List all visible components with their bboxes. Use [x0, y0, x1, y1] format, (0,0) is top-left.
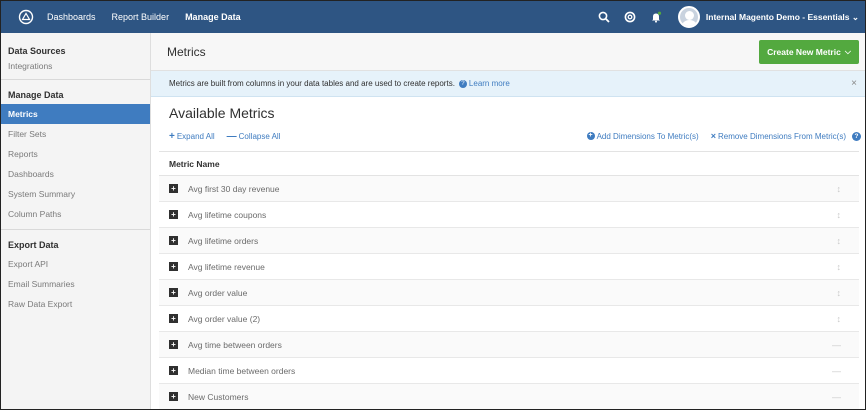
- metric-name[interactable]: New Customers: [188, 392, 248, 402]
- sidebar-item-system-summary[interactable]: System Summary: [1, 184, 150, 204]
- add-circle-icon: +: [586, 132, 595, 140]
- metric-actions: + Expand All — Collapse All + Add Dimens…: [151, 127, 865, 145]
- chevron-down-icon: ⌵: [844, 46, 851, 56]
- minus-icon: —: [226, 130, 237, 142]
- nav-report-builder[interactable]: Report Builder: [112, 12, 170, 22]
- metric-name[interactable]: Avg lifetime orders: [188, 236, 258, 246]
- main-content: Metrics Create New Metric ⌵ Metrics are …: [151, 33, 865, 409]
- support-icon[interactable]: [618, 1, 642, 33]
- row-status-icon: ↕: [836, 209, 842, 220]
- sidebar-item-dashboards[interactable]: Dashboards: [1, 164, 150, 184]
- remove-x-icon: ×: [710, 131, 716, 141]
- nav-dashboards[interactable]: Dashboards: [47, 12, 96, 22]
- metrics-table: Metric Name + Avg first 30 day revenue ↕ + A…: [159, 151, 859, 409]
- close-icon[interactable]: ×: [851, 78, 857, 89]
- notifications-icon[interactable]: [644, 1, 668, 33]
- metric-name[interactable]: Avg order value (2): [188, 314, 260, 324]
- dimension-actions: + Add Dimensions To Metric(s) × Remove D…: [586, 131, 861, 141]
- learn-more-link[interactable]: ? Learn more: [458, 79, 510, 88]
- sidebar-divider: [1, 229, 150, 230]
- table-row[interactable]: + Avg time between orders —: [159, 332, 859, 358]
- expand-row-icon[interactable]: +: [169, 184, 178, 193]
- page-title: Metrics: [167, 44, 206, 59]
- create-new-metric-label: Create New Metric: [767, 46, 841, 57]
- logo-icon[interactable]: [9, 9, 43, 25]
- avatar: [677, 6, 700, 28]
- expand-row-icon[interactable]: +: [169, 340, 178, 349]
- page-header: Metrics Create New Metric ⌵: [151, 33, 865, 71]
- expand-all-link[interactable]: + Expand All: [169, 131, 215, 142]
- row-status-icon: ↕: [836, 313, 842, 324]
- learn-more-label: Learn more: [468, 79, 510, 88]
- remove-dimensions-link[interactable]: × Remove Dimensions From Metric(s): [711, 131, 846, 141]
- row-status-icon: —: [832, 339, 841, 350]
- expand-row-icon[interactable]: +: [169, 392, 178, 401]
- metric-name[interactable]: Median time between orders: [188, 366, 295, 376]
- top-navigation-bar: Dashboards Report Builder Manage Data In…: [1, 1, 865, 33]
- row-status-icon: —: [832, 391, 841, 402]
- collapse-all-label: Collapse All: [238, 131, 281, 141]
- expand-row-icon[interactable]: +: [169, 236, 178, 245]
- sidebar-item-integrations[interactable]: Integrations: [1, 60, 150, 74]
- row-status-icon: ↕: [836, 235, 842, 246]
- sidebar-item-column-paths[interactable]: Column Paths: [1, 204, 150, 224]
- sidebar-item-raw-data-export[interactable]: Raw Data Export: [1, 294, 150, 314]
- metrics-table-body: + Avg first 30 day revenue ↕ + Avg lifetime …: [159, 176, 859, 409]
- sidebar-heading-manage-data: Manage Data: [8, 90, 64, 100]
- info-text: Metrics are built from columns in your d…: [169, 79, 455, 88]
- info-banner: Metrics are built from columns in your d…: [151, 71, 865, 97]
- plus-icon: +: [169, 130, 175, 142]
- sidebar-item-export-api[interactable]: Export API: [1, 254, 150, 274]
- expand-row-icon[interactable]: +: [169, 210, 178, 219]
- collapse-all-link[interactable]: — Collapse All: [227, 131, 281, 142]
- expand-all-label: Expand All: [176, 131, 215, 141]
- add-dimensions-link[interactable]: + Add Dimensions To Metric(s): [586, 131, 699, 141]
- nav-manage-data[interactable]: Manage Data: [185, 12, 241, 22]
- help-icon[interactable]: ?: [852, 131, 861, 141]
- metric-name[interactable]: Avg first 30 day revenue: [188, 184, 280, 194]
- sidebar-item-metrics[interactable]: Metrics: [1, 104, 150, 124]
- sidebar-item-email-summaries[interactable]: Email Summaries: [1, 274, 150, 294]
- table-row[interactable]: + Avg lifetime orders ↕: [159, 228, 859, 254]
- row-status-icon: ↕: [836, 261, 842, 272]
- section-title: Available Metrics: [169, 105, 275, 121]
- sidebar-item-filter-sets[interactable]: Filter Sets: [1, 124, 150, 144]
- user-menu[interactable]: Internal Magento Demo - Essentials ⌄: [677, 6, 859, 28]
- metric-name[interactable]: Avg lifetime coupons: [188, 210, 266, 220]
- topbar-right: Internal Magento Demo - Essentials ⌄: [590, 1, 859, 33]
- column-header-metric-name: Metric Name: [159, 152, 859, 176]
- table-row[interactable]: + Median time between orders —: [159, 358, 859, 384]
- sidebar-heading-export-data: Export Data: [8, 240, 59, 250]
- sidebar: Data Sources Integrations Manage Data Me…: [1, 33, 151, 409]
- sidebar-item-reports[interactable]: Reports: [1, 144, 150, 164]
- table-row[interactable]: + Avg first 30 day revenue ↕: [159, 176, 859, 202]
- table-row[interactable]: + New Customers —: [159, 384, 859, 409]
- remove-dimensions-label: Remove Dimensions From Metric(s): [717, 131, 846, 141]
- expand-row-icon[interactable]: +: [169, 262, 178, 271]
- expand-row-icon[interactable]: +: [169, 314, 178, 323]
- metric-name[interactable]: Avg order value: [188, 288, 247, 298]
- expand-row-icon[interactable]: +: [169, 366, 178, 375]
- create-new-metric-button[interactable]: Create New Metric ⌵: [759, 39, 859, 64]
- question-icon: ?: [458, 79, 467, 88]
- app-window: Dashboards Report Builder Manage Data In…: [0, 0, 866, 410]
- sidebar-heading-data-sources: Data Sources: [8, 46, 66, 56]
- table-row[interactable]: + Avg lifetime revenue ↕: [159, 254, 859, 280]
- add-dimensions-label: Add Dimensions To Metric(s): [596, 131, 699, 141]
- sidebar-divider: [1, 79, 150, 80]
- row-status-icon: ↕: [836, 183, 842, 194]
- table-row[interactable]: + Avg order value ↕: [159, 280, 859, 306]
- main-nav: Dashboards Report Builder Manage Data: [47, 12, 257, 22]
- expand-row-icon[interactable]: +: [169, 288, 178, 297]
- table-row[interactable]: + Avg lifetime coupons ↕: [159, 202, 859, 228]
- user-name: Internal Magento Demo - Essentials ⌄: [705, 11, 859, 22]
- row-status-icon: ↕: [836, 287, 842, 298]
- metric-name[interactable]: Avg lifetime revenue: [188, 262, 265, 272]
- metric-name[interactable]: Avg time between orders: [188, 340, 282, 350]
- row-status-icon: —: [832, 365, 841, 376]
- table-row[interactable]: + Avg order value (2) ↕: [159, 306, 859, 332]
- search-icon[interactable]: [592, 1, 616, 33]
